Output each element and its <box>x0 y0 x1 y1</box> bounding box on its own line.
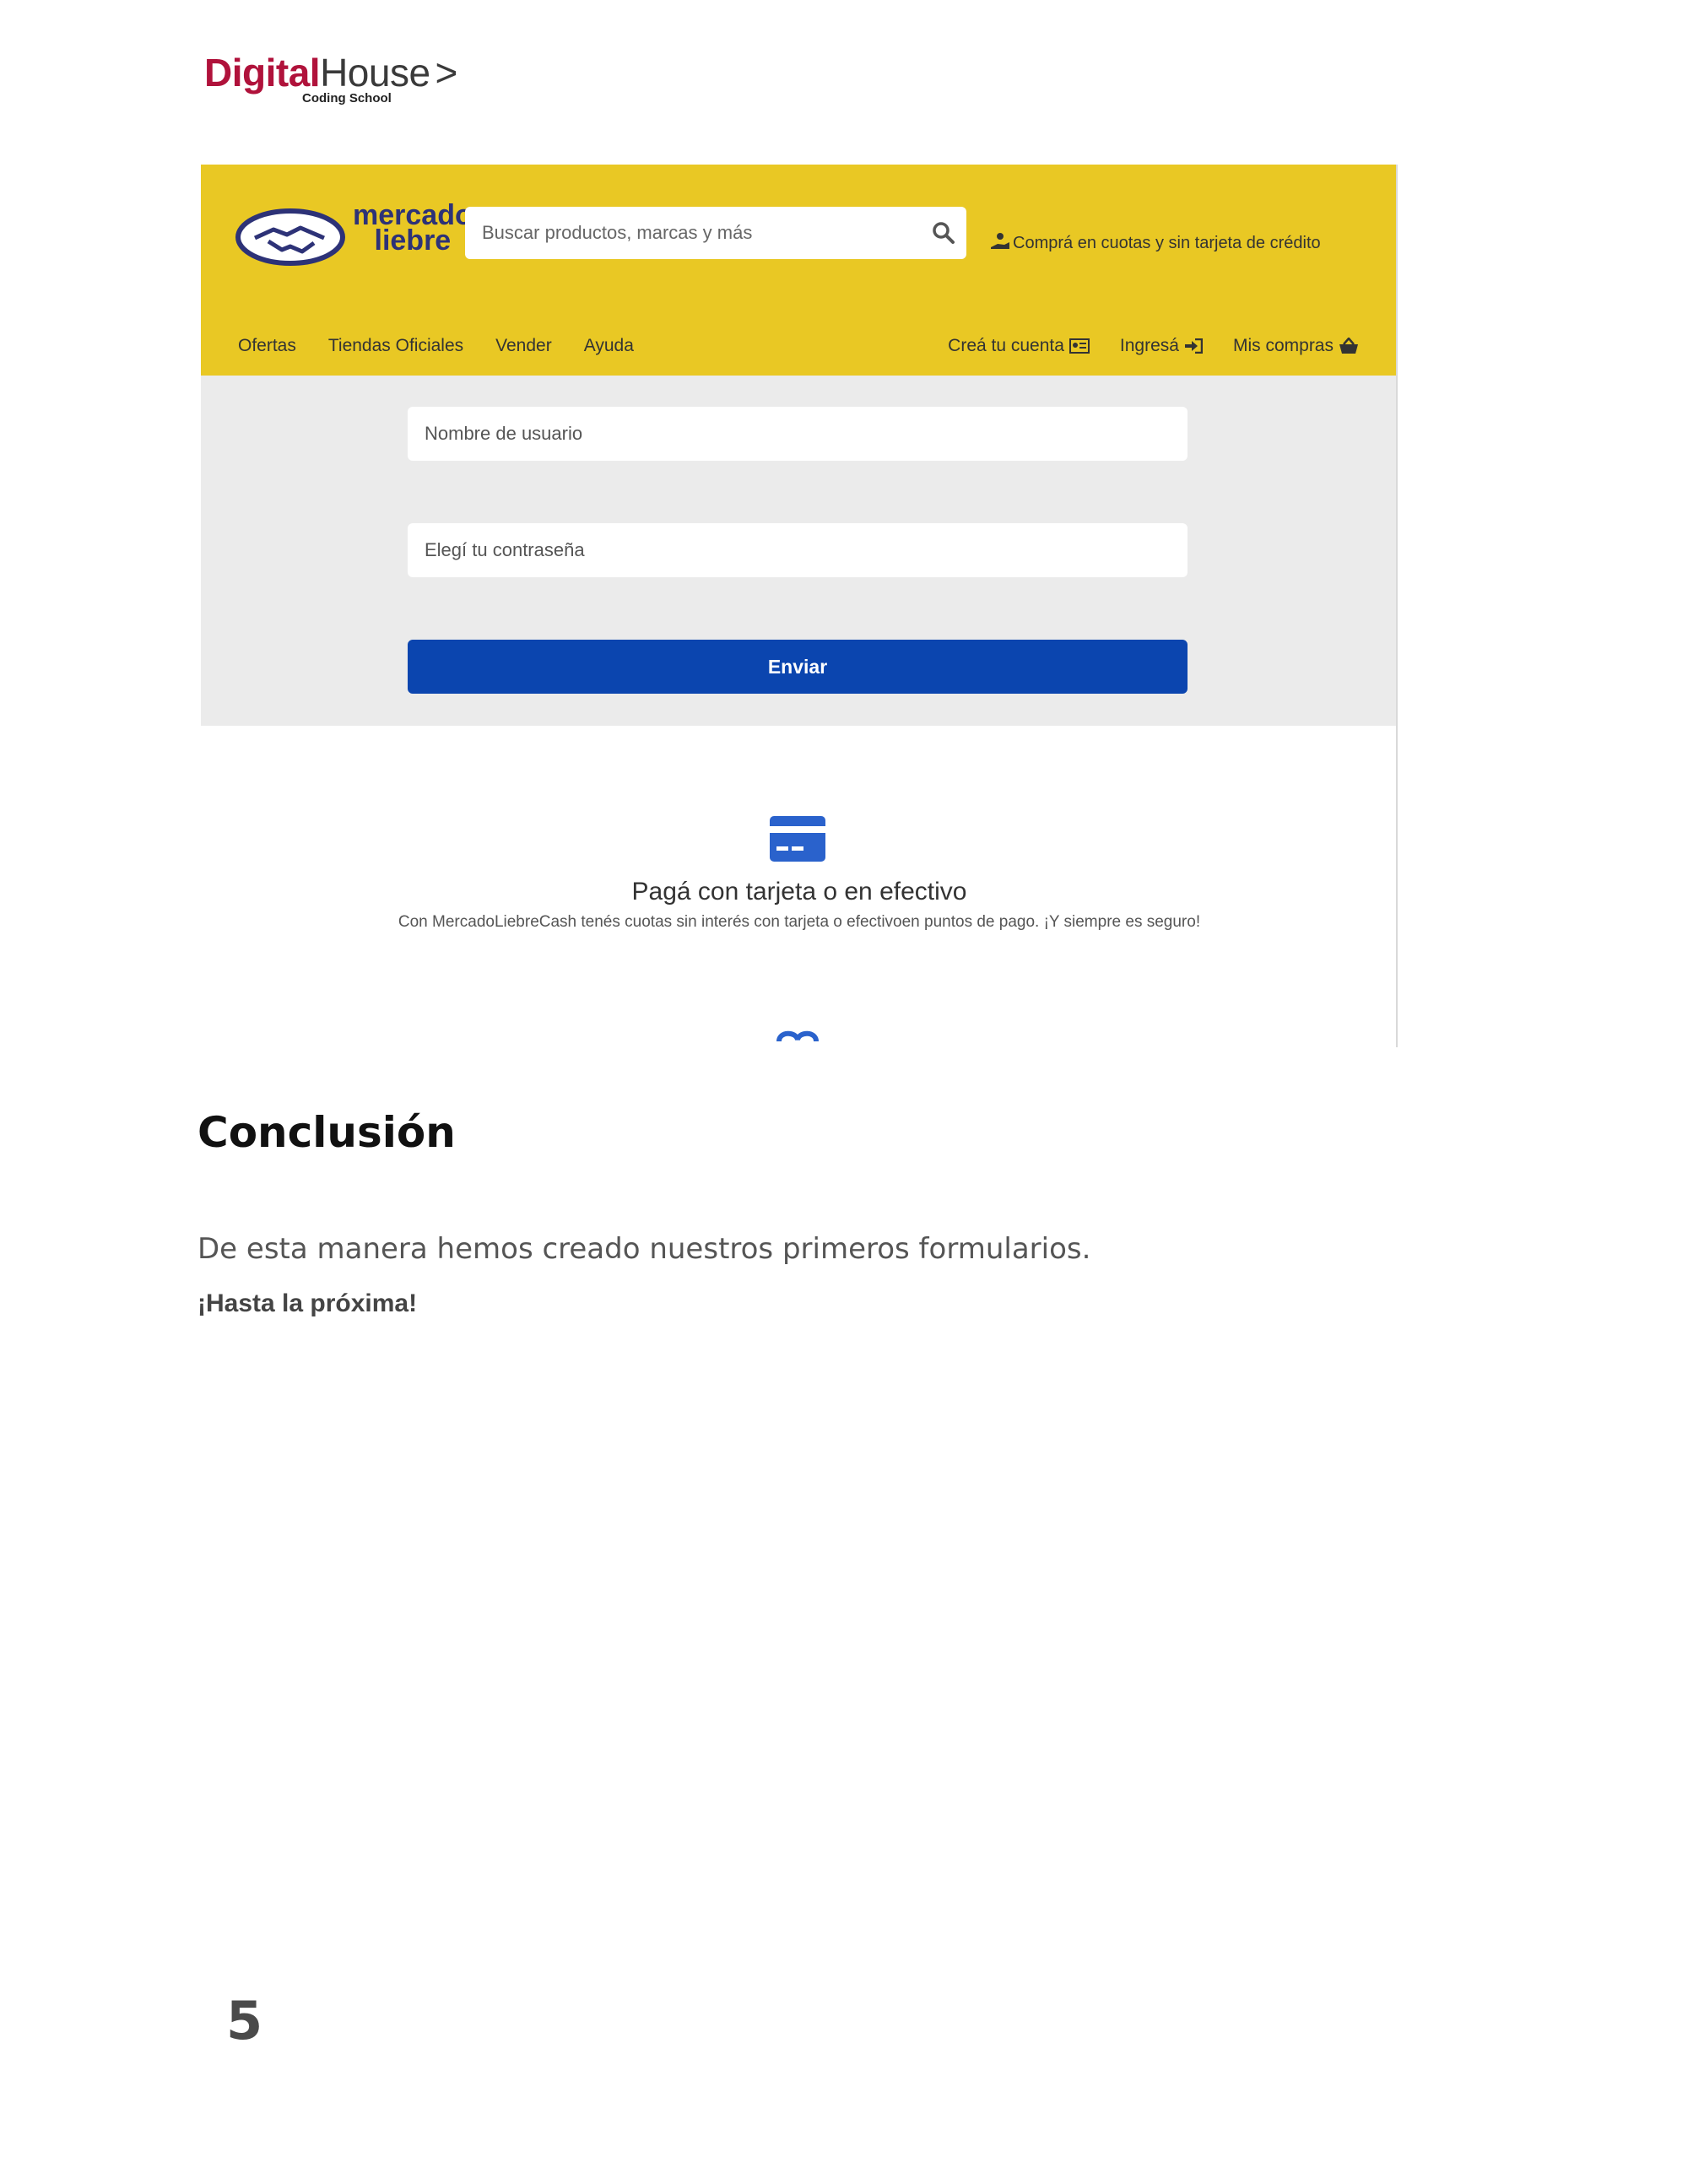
nav-right: Creá tu cuenta Ingresá Mis compras <box>948 329 1359 363</box>
search-bar <box>465 207 966 259</box>
nav-item-vender[interactable]: Vender <box>495 336 552 356</box>
payment-title: Pagá con tarjeta o en efectivo <box>631 878 967 905</box>
search-icon[interactable] <box>931 220 956 246</box>
nav-label-crea-tu-cuenta: Creá tu cuenta <box>948 336 1064 355</box>
nav-item-ingresa[interactable]: Ingresá <box>1120 336 1203 356</box>
brand-wordmark: DigitalHouse > <box>204 49 457 96</box>
conclusion-heading: Conclusión <box>197 1108 456 1157</box>
nav-item-mis-compras[interactable]: Mis compras <box>1233 336 1359 356</box>
nav-label-mis-compras: Mis compras <box>1232 336 1334 355</box>
nav-item-crea-tu-cuenta[interactable]: Creá tu cuenta <box>948 336 1090 356</box>
conclusion-signoff: ¡Hasta la próxima! <box>197 1289 418 1317</box>
mercado-liebre-logo[interactable]: mercado liebre <box>235 201 473 270</box>
brand-subtitle: Coding School <box>302 91 392 105</box>
brand-house: House <box>320 51 430 95</box>
basket-icon <box>1339 338 1358 354</box>
nav-item-ofertas[interactable]: Ofertas <box>238 336 296 356</box>
credit-card-icon <box>770 816 825 862</box>
site-header: mercado liebre Comprá en cuotas y sin ta… <box>201 165 1396 376</box>
digital-house-logo: DigitalHouse > Coding School <box>204 49 457 108</box>
nav-left: Ofertas Tiendas Oficiales Vender Ayuda <box>238 329 634 363</box>
conclusion-paragraph: De esta manera hemos creado nuestros pri… <box>197 1232 1091 1266</box>
sign-in-icon <box>1184 338 1203 354</box>
submit-button[interactable]: Enviar <box>408 640 1188 694</box>
logo-line2: liebre <box>374 224 452 257</box>
page-number: 5 <box>226 1990 263 2052</box>
hand-coin-icon <box>991 233 1009 249</box>
logo-wordmark: mercado liebre <box>353 201 473 257</box>
heart-icon <box>776 1030 819 1042</box>
nav-item-ayuda[interactable]: Ayuda <box>584 336 634 356</box>
search-input[interactable] <box>465 207 904 259</box>
username-field[interactable] <box>408 407 1188 461</box>
payment-description: Con MercadoLiebreCash tenés cuotas sin i… <box>398 913 1201 931</box>
site-screenshot: mercado liebre Comprá en cuotas y sin ta… <box>201 165 1398 1047</box>
promo-link[interactable]: Comprá en cuotas y sin tarjeta de crédit… <box>989 232 1321 253</box>
handshake-logo-icon <box>235 208 345 266</box>
brand-chevron: > <box>435 51 458 95</box>
payment-section: Pagá con tarjeta o en efectivo Con Merca… <box>201 726 1396 1047</box>
nav-item-tiendas-oficiales[interactable]: Tiendas Oficiales <box>328 336 463 356</box>
site-nav: Ofertas Tiendas Oficiales Vender Ayuda C… <box>201 329 1396 363</box>
id-card-icon <box>1069 338 1090 354</box>
password-field[interactable] <box>408 523 1188 577</box>
login-form: Enviar <box>201 376 1396 726</box>
promo-text: Comprá en cuotas y sin tarjeta de crédit… <box>1013 234 1321 252</box>
nav-label-ingresa: Ingresá <box>1119 336 1179 355</box>
brand-digital: Digital <box>204 51 321 95</box>
